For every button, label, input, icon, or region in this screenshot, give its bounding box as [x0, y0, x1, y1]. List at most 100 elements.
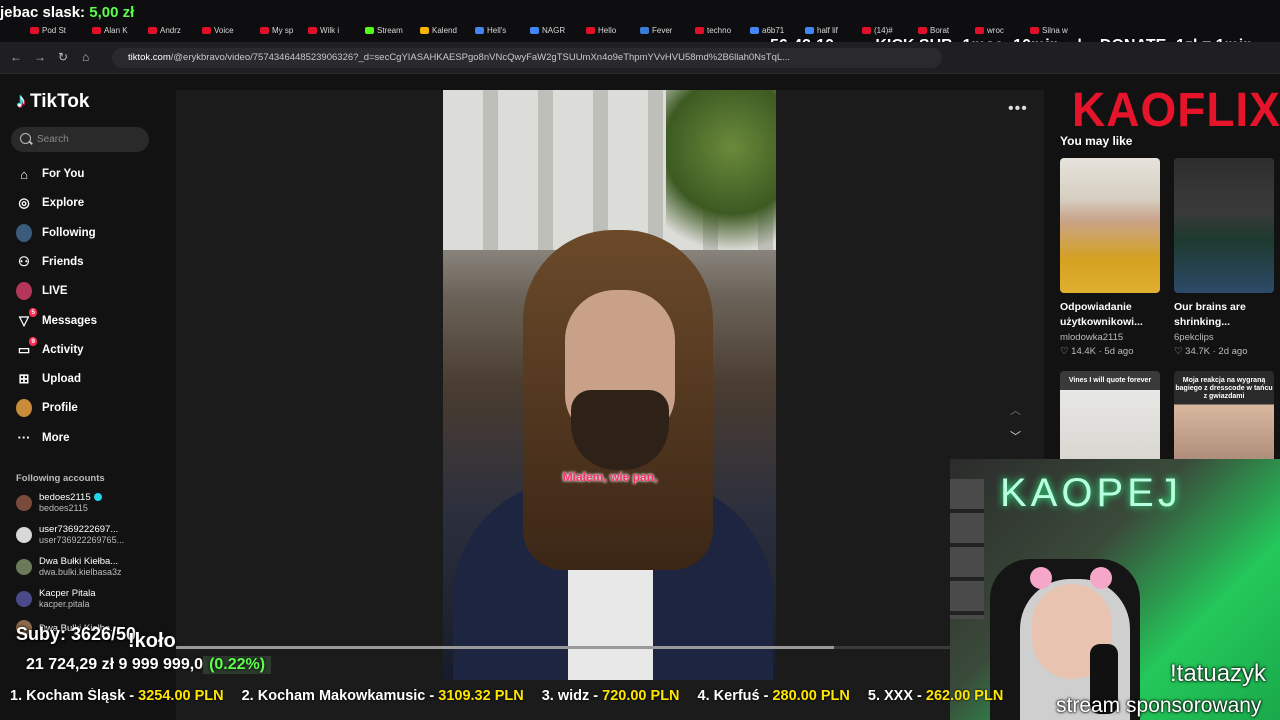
- browser-tab[interactable]: Stream: [365, 22, 403, 38]
- previous-video-icon[interactable]: ︿: [1010, 402, 1021, 418]
- avatar: [16, 527, 32, 543]
- live-avatar: [16, 282, 32, 301]
- browser-tab[interactable]: Alan K: [92, 22, 128, 38]
- browser-tab[interactable]: (14)#: [862, 22, 893, 38]
- top-donors-ticker: 1. Kocham Śląsk - 3254.00 PLN 2. Kocham M…: [0, 688, 1056, 710]
- card-stats: ♡ 34.7K · 2d ago: [1174, 346, 1248, 357]
- card-title: Odpowiadanie użytkownikowi...: [1060, 301, 1143, 328]
- video-player[interactable]: [443, 90, 776, 680]
- browser-tab[interactable]: Borat: [918, 22, 949, 38]
- browser-tab[interactable]: Silna w: [1030, 22, 1068, 38]
- browser-tab[interactable]: NAGR: [530, 22, 565, 38]
- url-host: tiktok.com: [128, 52, 171, 63]
- tab-favicon-icon: [475, 26, 484, 34]
- tab-favicon-icon: [1030, 26, 1039, 34]
- following-account[interactable]: Kacper Pitala kacper.pitala: [16, 588, 96, 610]
- tiktok-logo[interactable]: ♪ TikTok: [16, 90, 89, 113]
- url-input[interactable]: tiktok.com/@erykbravo/video/757434644852…: [112, 48, 942, 68]
- browser-tab[interactable]: half lif: [805, 22, 838, 38]
- ticker-entry: 2. Kocham Makowkamusic - 3109.32 PLN: [242, 688, 524, 704]
- sidebar-item-label: Profile: [42, 402, 78, 415]
- following-account-name: Kacper Pitala: [39, 588, 96, 599]
- tab-label: a6b71: [762, 25, 785, 35]
- browser-tab[interactable]: My sp: [260, 22, 293, 38]
- browser-tab[interactable]: a6b71: [750, 22, 784, 38]
- ticker-name: widz -: [557, 688, 599, 704]
- following-account-name: Dwa Bułki Kiełba...: [39, 556, 122, 567]
- sidebar-item-profile[interactable]: Profile: [16, 397, 78, 419]
- account-name-text: Dwa Bułki Kiełba...: [39, 556, 119, 567]
- more-options-icon[interactable]: •••: [1008, 100, 1028, 118]
- reload-icon[interactable]: ↻: [58, 50, 68, 64]
- tiktok-note-icon: ♪: [16, 90, 26, 112]
- search-input[interactable]: Search: [11, 127, 149, 152]
- sidebar-item-label: More: [42, 431, 70, 444]
- sidebar-item-activity[interactable]: ▭ 9 Activity: [16, 336, 84, 361]
- sidebar-item-label: Friends: [42, 255, 84, 268]
- following-account[interactable]: Dwa Bułki Kiełba... dwa.bulki.kielbasa3z: [16, 556, 122, 578]
- video-caption: Miałem, wie pan,: [562, 470, 658, 484]
- tab-label: Andrz: [160, 25, 181, 35]
- sidebar-item-for-you[interactable]: ⌂ For You: [16, 163, 84, 185]
- back-icon[interactable]: ←: [10, 50, 22, 64]
- tab-label: Borat: [930, 25, 950, 35]
- sidebar-item-upload[interactable]: ⊞ Upload: [16, 368, 81, 390]
- tab-label: Kalend: [432, 25, 457, 35]
- tab-label: techno: [707, 25, 732, 35]
- recommended-video-card[interactable]: Odpowiadanie użytkownikowi... mlodowka211…: [1060, 158, 1160, 357]
- avatar: [16, 559, 32, 575]
- compass-icon: ◎: [18, 195, 30, 211]
- browser-tab[interactable]: Andrz: [148, 22, 181, 38]
- browser-tab[interactable]: Pod St: [30, 22, 66, 38]
- browser-tab[interactable]: Voice: [202, 22, 234, 38]
- sidebar-item-label: Messages: [42, 314, 97, 327]
- avatar: [16, 399, 32, 418]
- sidebar-item-following[interactable]: Following: [16, 222, 96, 244]
- sidebar-item-friends[interactable]: ⚇ Friends: [16, 251, 84, 273]
- video-thumbnail: [1174, 158, 1274, 293]
- activity-icon: ▭ 9: [17, 336, 37, 357]
- ticker-name: Kerfuś -: [713, 688, 769, 704]
- ticker-rank: 4.: [697, 688, 710, 704]
- tab-label: Stream: [377, 25, 403, 35]
- tatuazyk-command: !tatuazyk: [1170, 660, 1267, 687]
- video-progress-fill: [176, 646, 834, 649]
- thumbnail-text: Vines I will quote forever: [1068, 377, 1152, 384]
- following-account-name: user7369222697...: [39, 524, 124, 535]
- browser-tab[interactable]: Fever: [640, 22, 672, 38]
- tiktok-logo-text: TikTok: [30, 90, 90, 112]
- forward-icon[interactable]: →: [34, 50, 46, 64]
- notification-badge: 5: [29, 307, 37, 317]
- video-progress-bar[interactable]: [176, 646, 950, 649]
- sidebar-item-more[interactable]: ··· More: [16, 427, 70, 449]
- ticker-entry: 1. Kocham Śląsk - 3254.00 PLN: [10, 688, 224, 704]
- recommended-video-card[interactable]: Our brains are shrinking... 6pekclips ♡ 34…: [1174, 158, 1274, 357]
- following-account-text: Dwa Bułki Kiełba... dwa.bulki.kielbasa3z: [39, 556, 122, 578]
- upload-icon: ⊞: [18, 371, 30, 387]
- browser-tab[interactable]: Wilk i: [308, 22, 339, 38]
- sidebar-item-explore[interactable]: ◎ Explore: [16, 192, 84, 214]
- following-account[interactable]: user7369222697... user736922269765...: [16, 524, 124, 546]
- browser-tab[interactable]: Kalend: [420, 22, 457, 38]
- browser-tab[interactable]: Hello: [586, 22, 616, 38]
- ticker-name: XXX -: [884, 688, 922, 704]
- avatar: [16, 591, 32, 607]
- video-thumbnail: [1060, 158, 1160, 293]
- next-video-icon[interactable]: ﹀: [1010, 428, 1021, 444]
- browser-tab[interactable]: techno: [695, 22, 731, 38]
- ticker-amount: 3254.00 PLN: [138, 688, 224, 704]
- home-icon[interactable]: ⌂: [82, 50, 89, 64]
- notification-badge: 9: [29, 336, 37, 346]
- sidebar-item-label: Activity: [42, 343, 84, 356]
- card-stats: ♡ 14.4K · 5d ago: [1060, 346, 1134, 357]
- overlay-top-value: 5,00 zł: [89, 4, 135, 21]
- sidebar-item-messages[interactable]: ▽ 5 Messages: [16, 307, 97, 332]
- sidebar-item-live[interactable]: LIVE: [16, 280, 68, 302]
- browser-tab[interactable]: Hell's: [475, 22, 506, 38]
- following-account[interactable]: bedoes2115 bedoes2115: [16, 492, 102, 514]
- tab-favicon-icon: [586, 26, 595, 34]
- browser-tab[interactable]: wroc: [975, 22, 1004, 38]
- ticker-name: Kocham Śląsk -: [26, 688, 135, 704]
- tab-label: My sp: [272, 25, 294, 35]
- tab-favicon-icon: [148, 26, 157, 34]
